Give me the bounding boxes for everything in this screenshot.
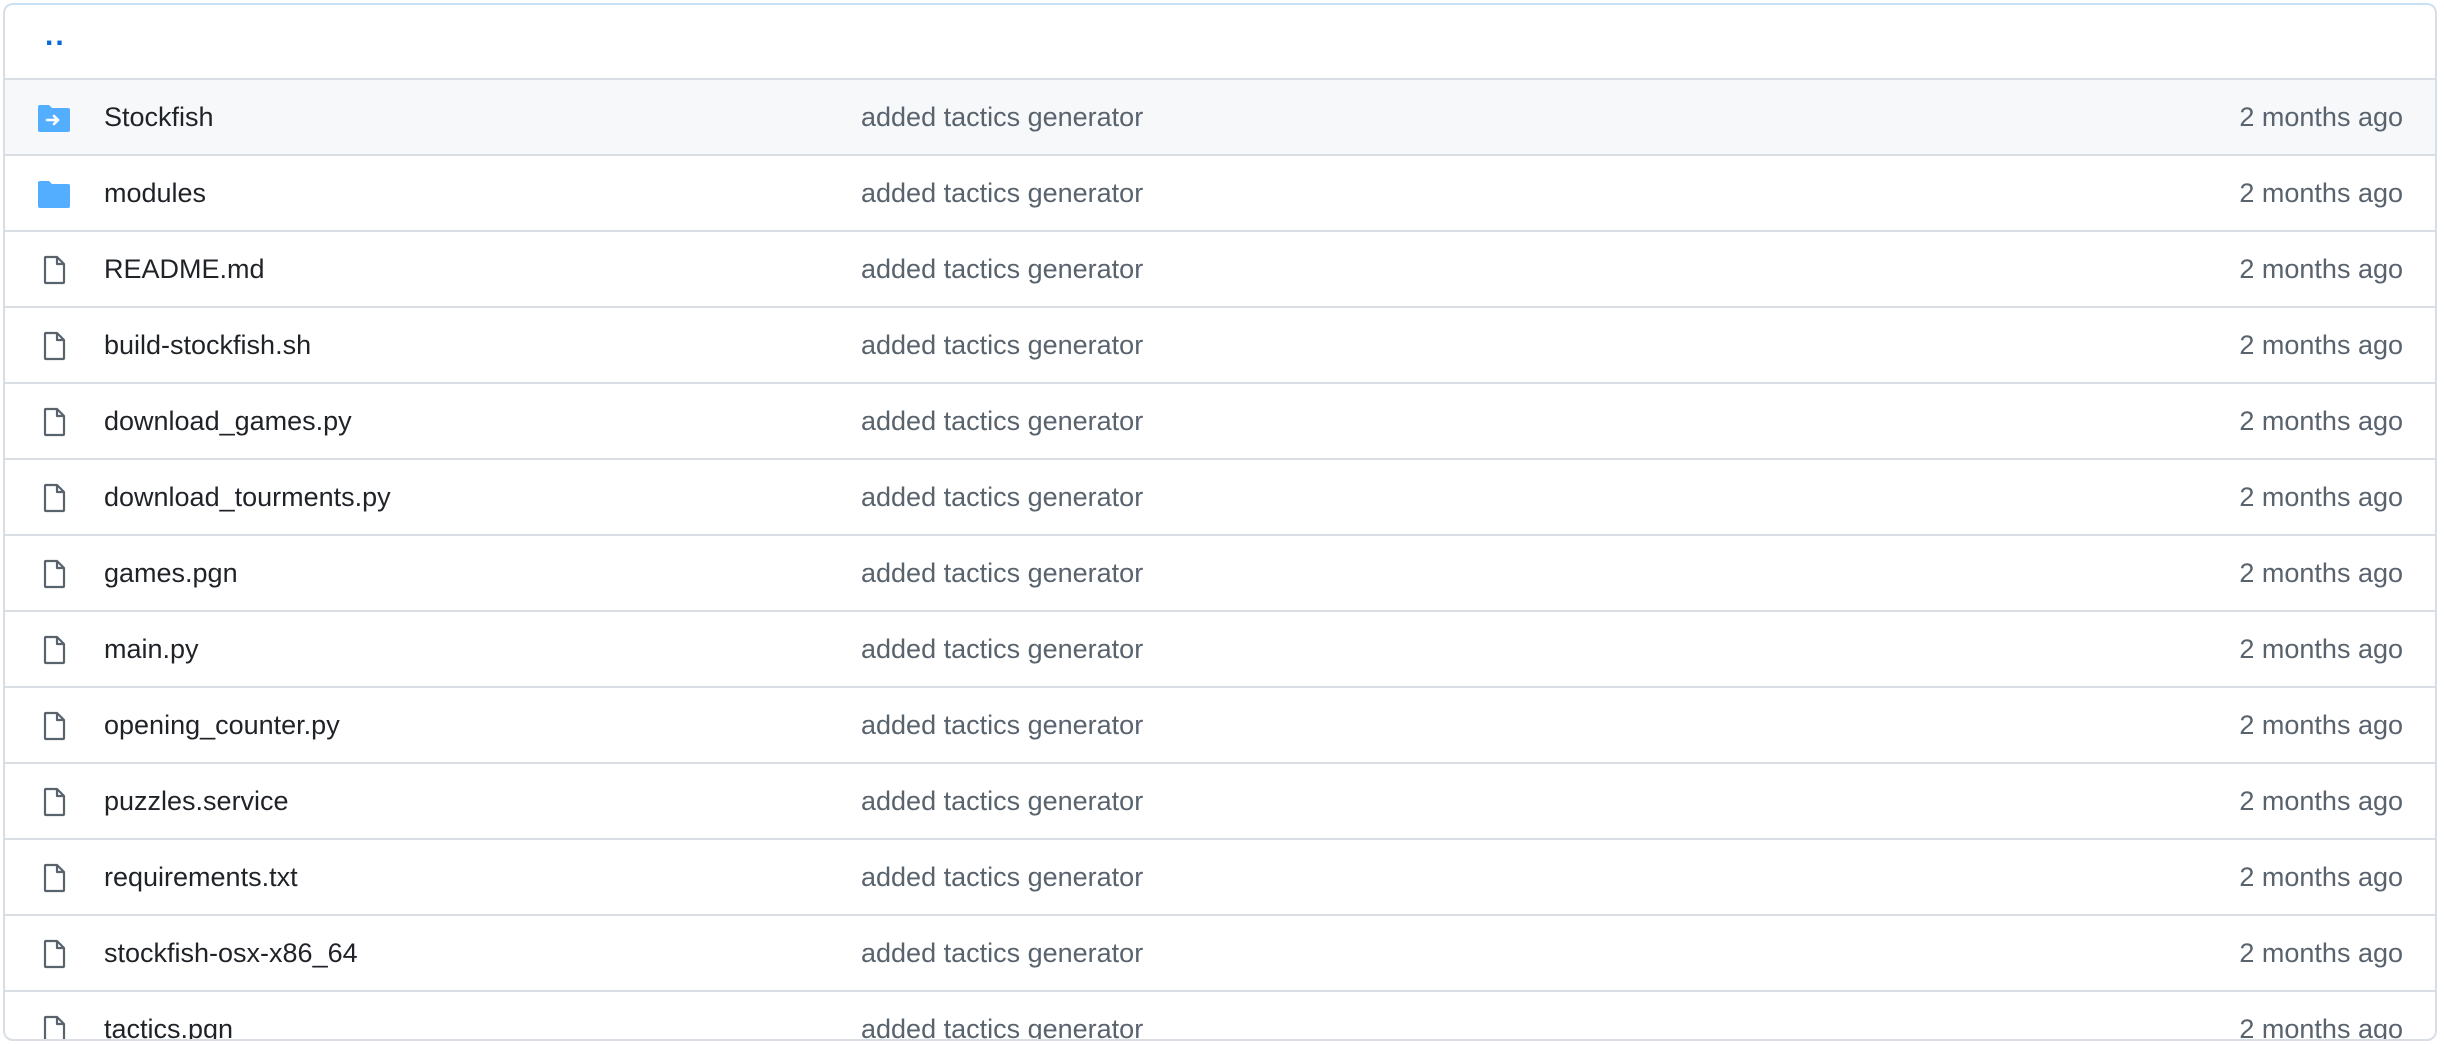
file-icon: [37, 711, 71, 741]
file-name-link[interactable]: modules: [104, 156, 206, 230]
file-row[interactable]: modules added tactics generator 2 months…: [5, 154, 2435, 230]
commit-age: 2 months ago: [2239, 558, 2403, 588]
file-icon: [37, 863, 71, 893]
file-icon: [37, 939, 71, 969]
commit-message-link[interactable]: added tactics generator: [861, 232, 1143, 306]
file-name-link[interactable]: download_tourments.py: [104, 460, 391, 534]
commit-age: 2 months ago: [2239, 786, 2403, 816]
commit-age: 2 months ago: [2239, 862, 2403, 892]
file-name-link[interactable]: stockfish-osx-x86_64: [104, 916, 358, 990]
file-name-link[interactable]: requirements.txt: [104, 840, 298, 914]
file-row[interactable]: build-stockfish.sh added tactics generat…: [5, 306, 2435, 382]
file-row[interactable]: puzzles.service added tactics generator …: [5, 762, 2435, 838]
commit-age: 2 months ago: [2239, 330, 2403, 360]
commit-message-link[interactable]: added tactics generator: [861, 612, 1143, 686]
commit-age: 2 months ago: [2239, 102, 2403, 132]
commit-age: 2 months ago: [2239, 254, 2403, 284]
file-list-table: .. Stockfish added tactics generator 2 m…: [3, 3, 2437, 1041]
file-icon: [37, 407, 71, 437]
parent-directory-link[interactable]: ..: [45, 19, 66, 53]
submodule-folder-icon: [37, 103, 71, 133]
commit-age: 2 months ago: [2239, 482, 2403, 512]
commit-message-link[interactable]: added tactics generator: [861, 840, 1143, 914]
commit-message-link[interactable]: added tactics generator: [861, 156, 1143, 230]
file-row[interactable]: download_games.py added tactics generato…: [5, 382, 2435, 458]
commit-age: 2 months ago: [2239, 710, 2403, 740]
file-icon: [37, 635, 71, 665]
file-name-link[interactable]: README.md: [104, 232, 265, 306]
file-name-link[interactable]: download_games.py: [104, 384, 352, 458]
commit-age: 2 months ago: [2239, 1014, 2403, 1041]
file-icon: [37, 787, 71, 817]
folder-icon: [37, 179, 71, 209]
file-row[interactable]: download_tourments.py added tactics gene…: [5, 458, 2435, 534]
commit-message-link[interactable]: added tactics generator: [861, 688, 1143, 762]
file-row[interactable]: Stockfish added tactics generator 2 mont…: [5, 78, 2435, 154]
file-name-link[interactable]: build-stockfish.sh: [104, 308, 311, 382]
file-row[interactable]: opening_counter.py added tactics generat…: [5, 686, 2435, 762]
file-row[interactable]: games.pgn added tactics generator 2 mont…: [5, 534, 2435, 610]
file-row[interactable]: stockfish-osx-x86_64 added tactics gener…: [5, 914, 2435, 990]
commit-message-link[interactable]: added tactics generator: [861, 384, 1143, 458]
file-row[interactable]: main.py added tactics generator 2 months…: [5, 610, 2435, 686]
file-icon: [37, 331, 71, 361]
file-row[interactable]: tactics.pgn added tactics generator 2 mo…: [5, 990, 2435, 1041]
file-name-link[interactable]: games.pgn: [104, 536, 238, 610]
file-row[interactable]: requirements.txt added tactics generator…: [5, 838, 2435, 914]
parent-directory-row[interactable]: ..: [5, 5, 2435, 78]
commit-age: 2 months ago: [2239, 938, 2403, 968]
file-icon: [37, 1015, 71, 1039]
file-name-link[interactable]: puzzles.service: [104, 764, 289, 838]
commit-age: 2 months ago: [2239, 406, 2403, 436]
commit-message-link[interactable]: added tactics generator: [861, 992, 1143, 1039]
file-icon: [37, 255, 71, 285]
file-name-link[interactable]: opening_counter.py: [104, 688, 340, 762]
commit-message-link[interactable]: added tactics generator: [861, 80, 1143, 154]
commit-message-link[interactable]: added tactics generator: [861, 460, 1143, 534]
file-name-link[interactable]: main.py: [104, 612, 199, 686]
commit-message-link[interactable]: added tactics generator: [861, 916, 1143, 990]
commit-message-link[interactable]: added tactics generator: [861, 536, 1143, 610]
file-icon: [37, 483, 71, 513]
commit-message-link[interactable]: added tactics generator: [861, 308, 1143, 382]
commit-age: 2 months ago: [2239, 178, 2403, 208]
file-icon: [37, 559, 71, 589]
file-row[interactable]: README.md added tactics generator 2 mont…: [5, 230, 2435, 306]
file-name-link[interactable]: Stockfish: [104, 80, 214, 154]
file-name-link[interactable]: tactics.pgn: [104, 992, 233, 1039]
commit-message-link[interactable]: added tactics generator: [861, 764, 1143, 838]
commit-age: 2 months ago: [2239, 634, 2403, 664]
